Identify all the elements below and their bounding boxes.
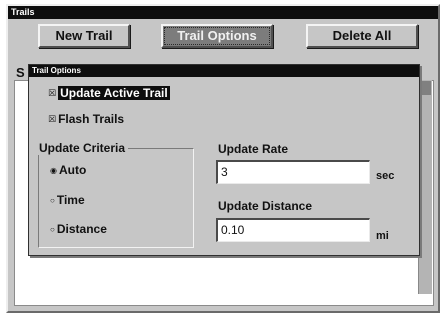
checkbox-checked-icon: ☒: [48, 88, 57, 98]
update-rate-label: Update Rate: [218, 142, 289, 156]
dialog-titlebar: [29, 65, 419, 77]
new-trail-button[interactable]: New Trail: [38, 24, 130, 48]
radio-unselected-icon: ○: [50, 196, 55, 205]
update-distance-input[interactable]: 0.10: [216, 218, 370, 242]
criteria-radio-time[interactable]: ○ Time: [50, 193, 85, 208]
update-distance-label: Update Distance: [218, 199, 313, 213]
criteria-radio-auto[interactable]: ◉ Auto: [50, 163, 86, 178]
update-rate-unit: sec: [376, 170, 395, 182]
flash-trails-checkbox[interactable]: ☒ Flash Trails: [48, 112, 124, 127]
update-criteria-label: Update Criteria: [36, 141, 129, 155]
update-distance-unit: mi: [376, 230, 389, 242]
flash-trails-label: Flash Trails: [58, 112, 125, 126]
criteria-radio-distance[interactable]: ○ Distance: [50, 222, 107, 237]
window-title: Trails: [11, 7, 35, 17]
list-scroll-thumb[interactable]: [419, 81, 431, 95]
update-active-trail-label: Update Active Trail: [58, 86, 170, 100]
radio-unselected-icon: ○: [50, 225, 55, 234]
list-header-label: S: [16, 65, 25, 80]
delete-all-button[interactable]: Delete All: [306, 24, 418, 48]
window-titlebar: [8, 6, 438, 19]
list-scrollbar[interactable]: [418, 80, 432, 294]
update-rate-input[interactable]: 3: [216, 160, 370, 184]
criteria-option-auto: Auto: [58, 163, 87, 177]
trail-options-button[interactable]: Trail Options: [161, 24, 273, 48]
radio-selected-icon: ◉: [50, 166, 57, 175]
dialog-title: Trail Options: [32, 66, 81, 75]
checkbox-checked-icon: ☒: [48, 114, 57, 124]
criteria-option-distance: Distance: [56, 222, 107, 236]
update-active-trail-checkbox[interactable]: ☒ Update Active Trail: [48, 86, 170, 101]
criteria-option-time: Time: [56, 193, 85, 207]
